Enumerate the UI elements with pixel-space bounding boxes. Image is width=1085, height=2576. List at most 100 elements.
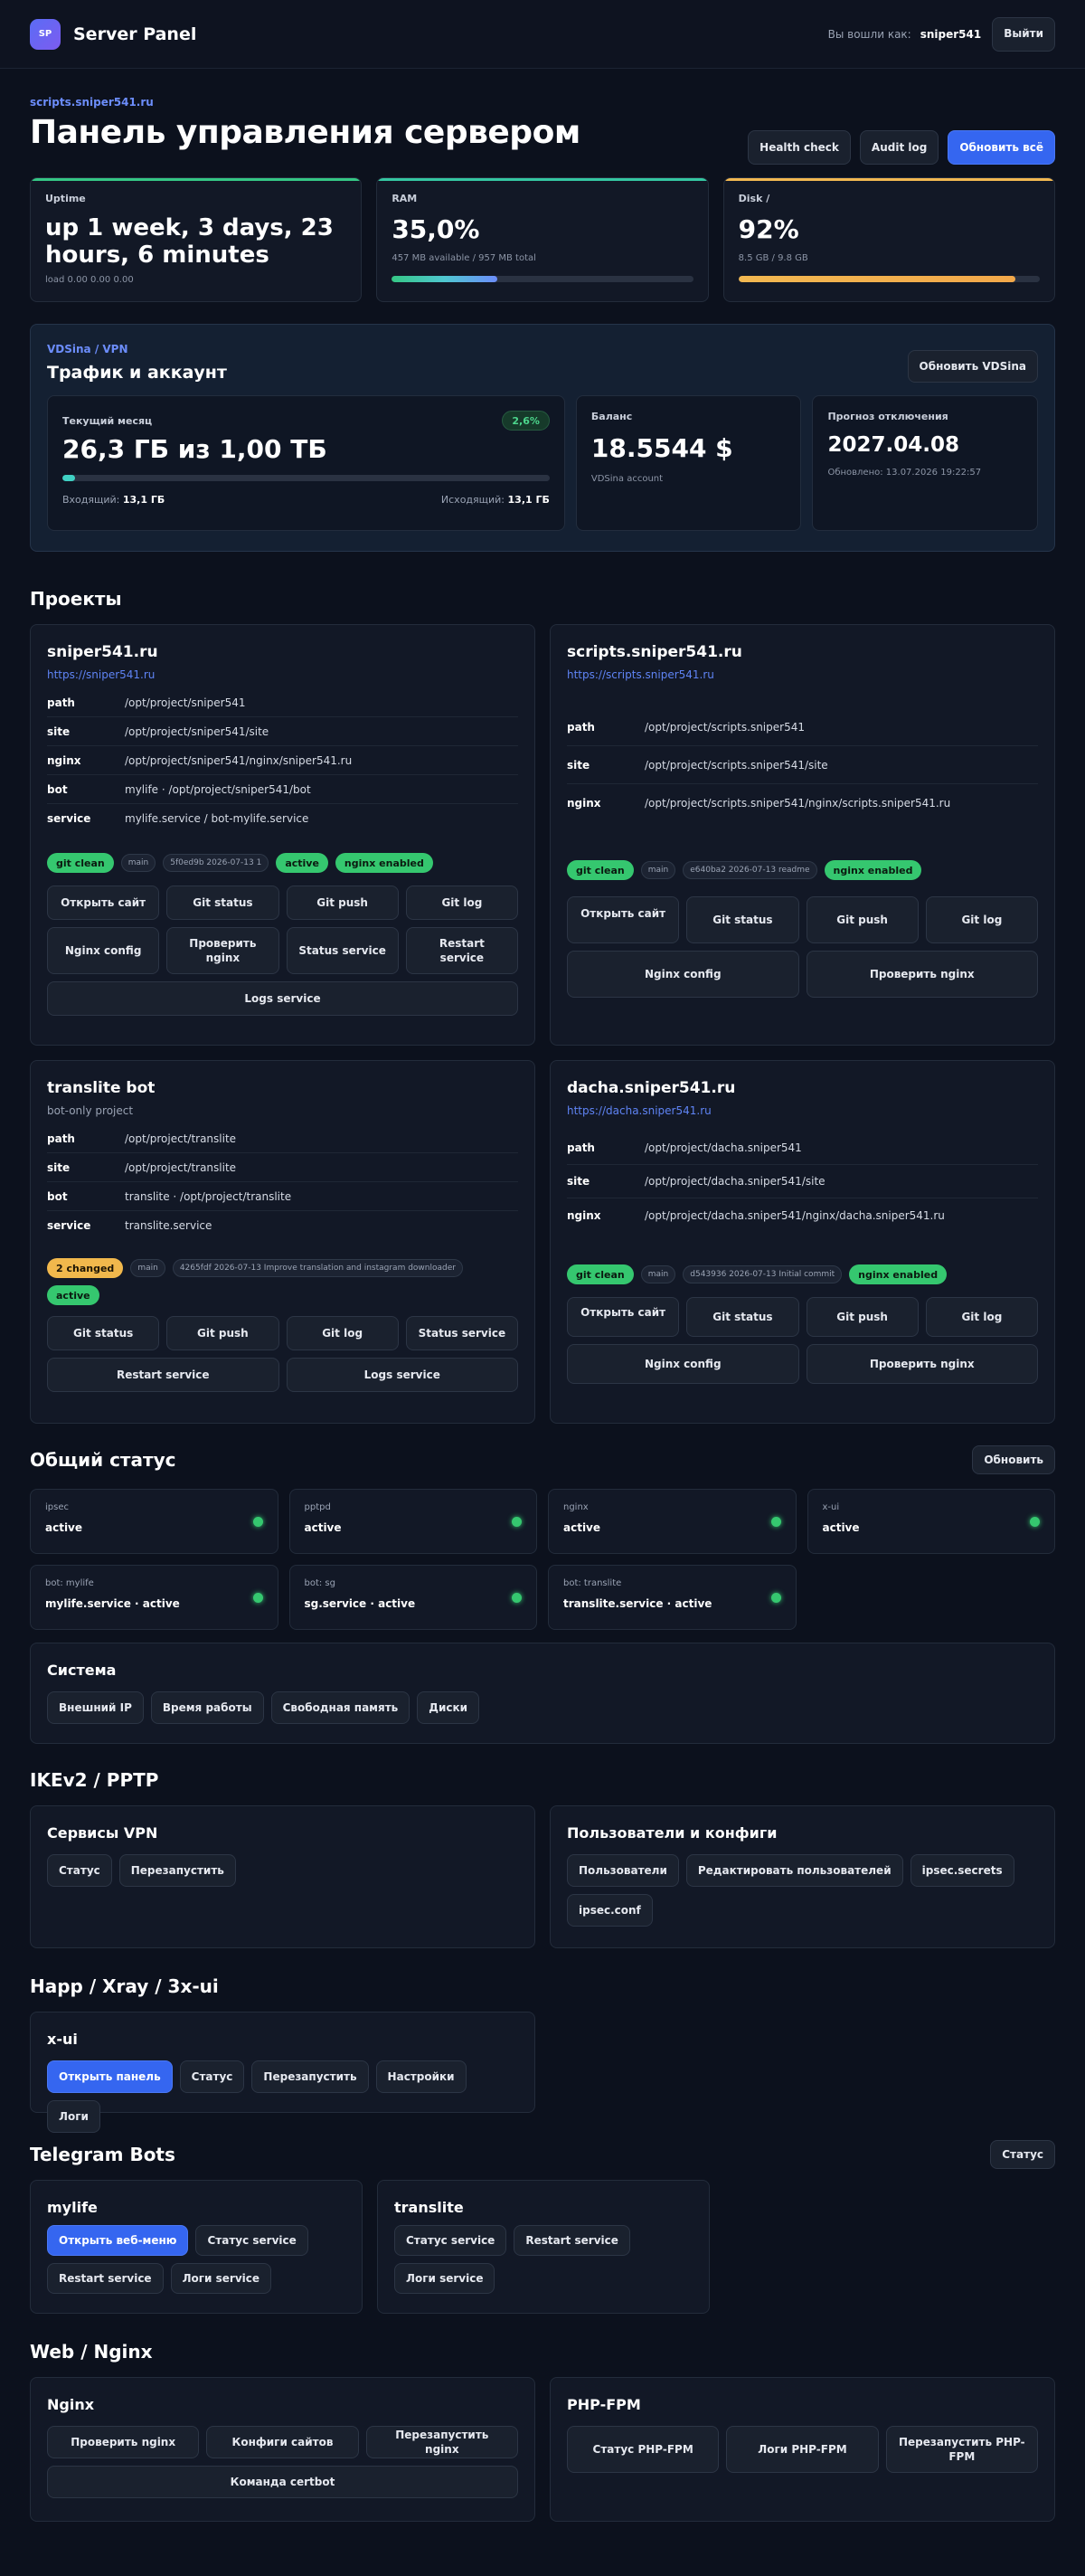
free-memory-button[interactable]: Свободная память [270,1691,410,1724]
project-card-translite: translite bot bot-only project path/opt/… [30,1060,535,1424]
vpn-services-title: Сервисы VPN [47,1824,158,1842]
site-configs-button[interactable]: Конфиги сайтов [206,2426,359,2458]
restart-service-button[interactable]: Restart service [405,927,518,974]
status-refresh-button[interactable]: Обновить [972,1445,1055,1474]
git-push-button[interactable]: Git push [806,1297,919,1337]
status-card: x-ui active [807,1489,1055,1554]
bot-logs-button[interactable]: Логи service [170,2263,272,2294]
bots-header: Telegram Bots Статус [30,2140,1055,2169]
certbot-button[interactable]: Команда certbot [47,2466,518,2498]
audit-log-button[interactable]: Audit log [859,130,939,165]
open-site-button[interactable]: Открыть сайт [47,886,160,920]
detail-row: bot translite · /opt/project/translite [47,1182,518,1211]
server-domain: scripts.sniper541.ru [30,96,154,109]
detail-row: path/opt/project/sniper541 [47,688,518,717]
xui-status-button[interactable]: Статус [179,2060,245,2093]
open-site-button[interactable]: Открыть сайт [567,896,680,943]
system-panel: Система Внешний IP Время работы Свободна… [30,1643,1055,1744]
xui-settings-button[interactable]: Настройки [375,2060,467,2093]
restart-service-button[interactable]: Restart service [47,1358,279,1392]
nginx-config-button[interactable]: Nginx config [567,1344,799,1384]
git-push-button[interactable]: Git push [166,1316,279,1350]
detail-row: path/opt/project/translite [47,1124,518,1153]
nginx-panel: Nginx Проверить nginx Конфиги сайтов Пер… [30,2377,535,2522]
status-service-button[interactable]: Status service [405,1316,518,1350]
project-link[interactable]: https://sniper541.ru [47,668,518,681]
vpn-restart-button[interactable]: Перезапустить [118,1854,236,1887]
restart-nginx-button[interactable]: Перезапустить nginx [365,2426,518,2458]
forecast-updated: Обновлено: 13.07.2026 19:22:57 [827,468,982,478]
project-actions: Открыть сайт Git status Git push Git log [567,896,1038,943]
xray-title: Happ / Xray / 3x-ui [30,1975,219,1997]
ipsec-secrets-button[interactable]: ipsec.secrets [910,1854,1014,1887]
php-fpm-title: PHP-FPM [567,2396,641,2413]
health-check-button[interactable]: Health check [748,130,851,165]
git-push-button[interactable]: Git push [286,886,399,920]
status-dot-icon [770,1517,781,1527]
logout-button[interactable]: Выйти [992,16,1055,52]
status-card: pptpd active [288,1489,537,1554]
bot-restart-button[interactable]: Restart service [47,2263,164,2294]
php-status-button[interactable]: Статус PHP-FPM [567,2426,720,2473]
git-status-button[interactable]: Git status [47,1316,160,1350]
bot-status-button[interactable]: Статус service [195,2225,308,2256]
check-nginx-button[interactable]: Проверить nginx [166,927,279,974]
detail-row: site/opt/project/dacha.sniper541/site [567,1165,1038,1198]
uptime-button[interactable]: Время работы [150,1691,264,1724]
project-link[interactable]: https://scripts.sniper541.ru [567,668,1038,681]
load-average: load 0.00 0.00 0.00 [45,274,134,285]
detail-row: nginx/opt/project/scripts.sniper541/ngin… [567,797,951,810]
project-link[interactable]: https://dacha.sniper541.ru [567,1104,1038,1117]
vdsina-title: Трафик и аккаунт [47,363,227,383]
bots-status-button[interactable]: Статус [990,2140,1055,2169]
bot-card-translite: translite Статус service Restart service… [377,2180,710,2314]
git-push-button[interactable]: Git push [806,896,919,943]
status-title: Общий статус [30,1449,176,1471]
refresh-vdsina-button[interactable]: Обновить VDSina [907,350,1038,383]
check-nginx-button[interactable]: Проверить nginx [47,2426,200,2458]
git-status-button[interactable]: Git status [166,886,279,920]
detail-row: site/opt/project/scripts.sniper541/site [567,746,1038,784]
php-fpm-panel: PHP-FPM Статус PHP-FPM Логи PHP-FPM Пере… [550,2377,1055,2522]
vpn-users-panel: Пользователи и конфиги Пользователи Реда… [550,1805,1055,1948]
user-box: Вы вошли как: sniper541 Выйти [828,16,1055,52]
external-ip-button[interactable]: Внешний IP [47,1691,144,1724]
bot-restart-button[interactable]: Restart service [514,2225,630,2256]
outgoing-traffic: Исходящий: 13,1 ГБ [440,494,550,506]
php-restart-button[interactable]: Перезапустить PHP-FPM [885,2426,1038,2473]
open-web-menu-button[interactable]: Открыть веб-меню [47,2225,189,2256]
git-log-button[interactable]: Git log [286,1316,399,1350]
xui-title: x-ui [47,2031,78,2048]
bot-status-button[interactable]: Статус service [394,2225,507,2256]
git-log-button[interactable]: Git log [925,896,1038,943]
username: sniper541 [920,27,982,41]
bot-logs-button[interactable]: Логи service [394,2263,495,2294]
open-site-button[interactable]: Открыть сайт [567,1297,680,1337]
ram-progress [392,276,693,283]
git-log-button[interactable]: Git log [925,1297,1038,1337]
status-service-button[interactable]: Status service [286,927,399,974]
logs-service-button[interactable]: Logs service [286,1358,518,1392]
xui-restart-button[interactable]: Перезапустить [251,2060,369,2093]
detail-row: site/opt/project/sniper541/site [47,717,518,746]
refresh-all-button[interactable]: Обновить всё [948,130,1055,165]
ipsec-conf-button[interactable]: ipsec.conf [567,1894,653,1927]
detail-row: nginx/opt/project/dacha.sniper541/nginx/… [567,1208,945,1222]
project-actions: Открыть сайт Git status Git push Git log [567,1297,1038,1337]
edit-users-button[interactable]: Редактировать пользователей [685,1854,903,1887]
disks-button[interactable]: Диски [417,1691,480,1724]
users-button[interactable]: Пользователи [567,1854,679,1887]
git-log-button[interactable]: Git log [405,886,518,920]
check-nginx-button[interactable]: Проверить nginx [806,1344,1038,1384]
check-nginx-button[interactable]: Проверить nginx [806,951,1038,998]
nginx-config-button[interactable]: Nginx config [47,927,160,974]
nginx-config-button[interactable]: Nginx config [567,951,799,998]
open-xui-panel-button[interactable]: Открыть панель [47,2060,173,2093]
logs-service-button[interactable]: Logs service [47,981,518,1016]
git-status-button[interactable]: Git status [686,896,799,943]
xui-logs-button[interactable]: Логи [47,2100,100,2133]
vpn-status-button[interactable]: Статус [47,1854,112,1887]
git-status-button[interactable]: Git status [686,1297,799,1337]
php-logs-button[interactable]: Логи PHP-FPM [726,2426,879,2473]
disk-progress [738,276,1040,283]
